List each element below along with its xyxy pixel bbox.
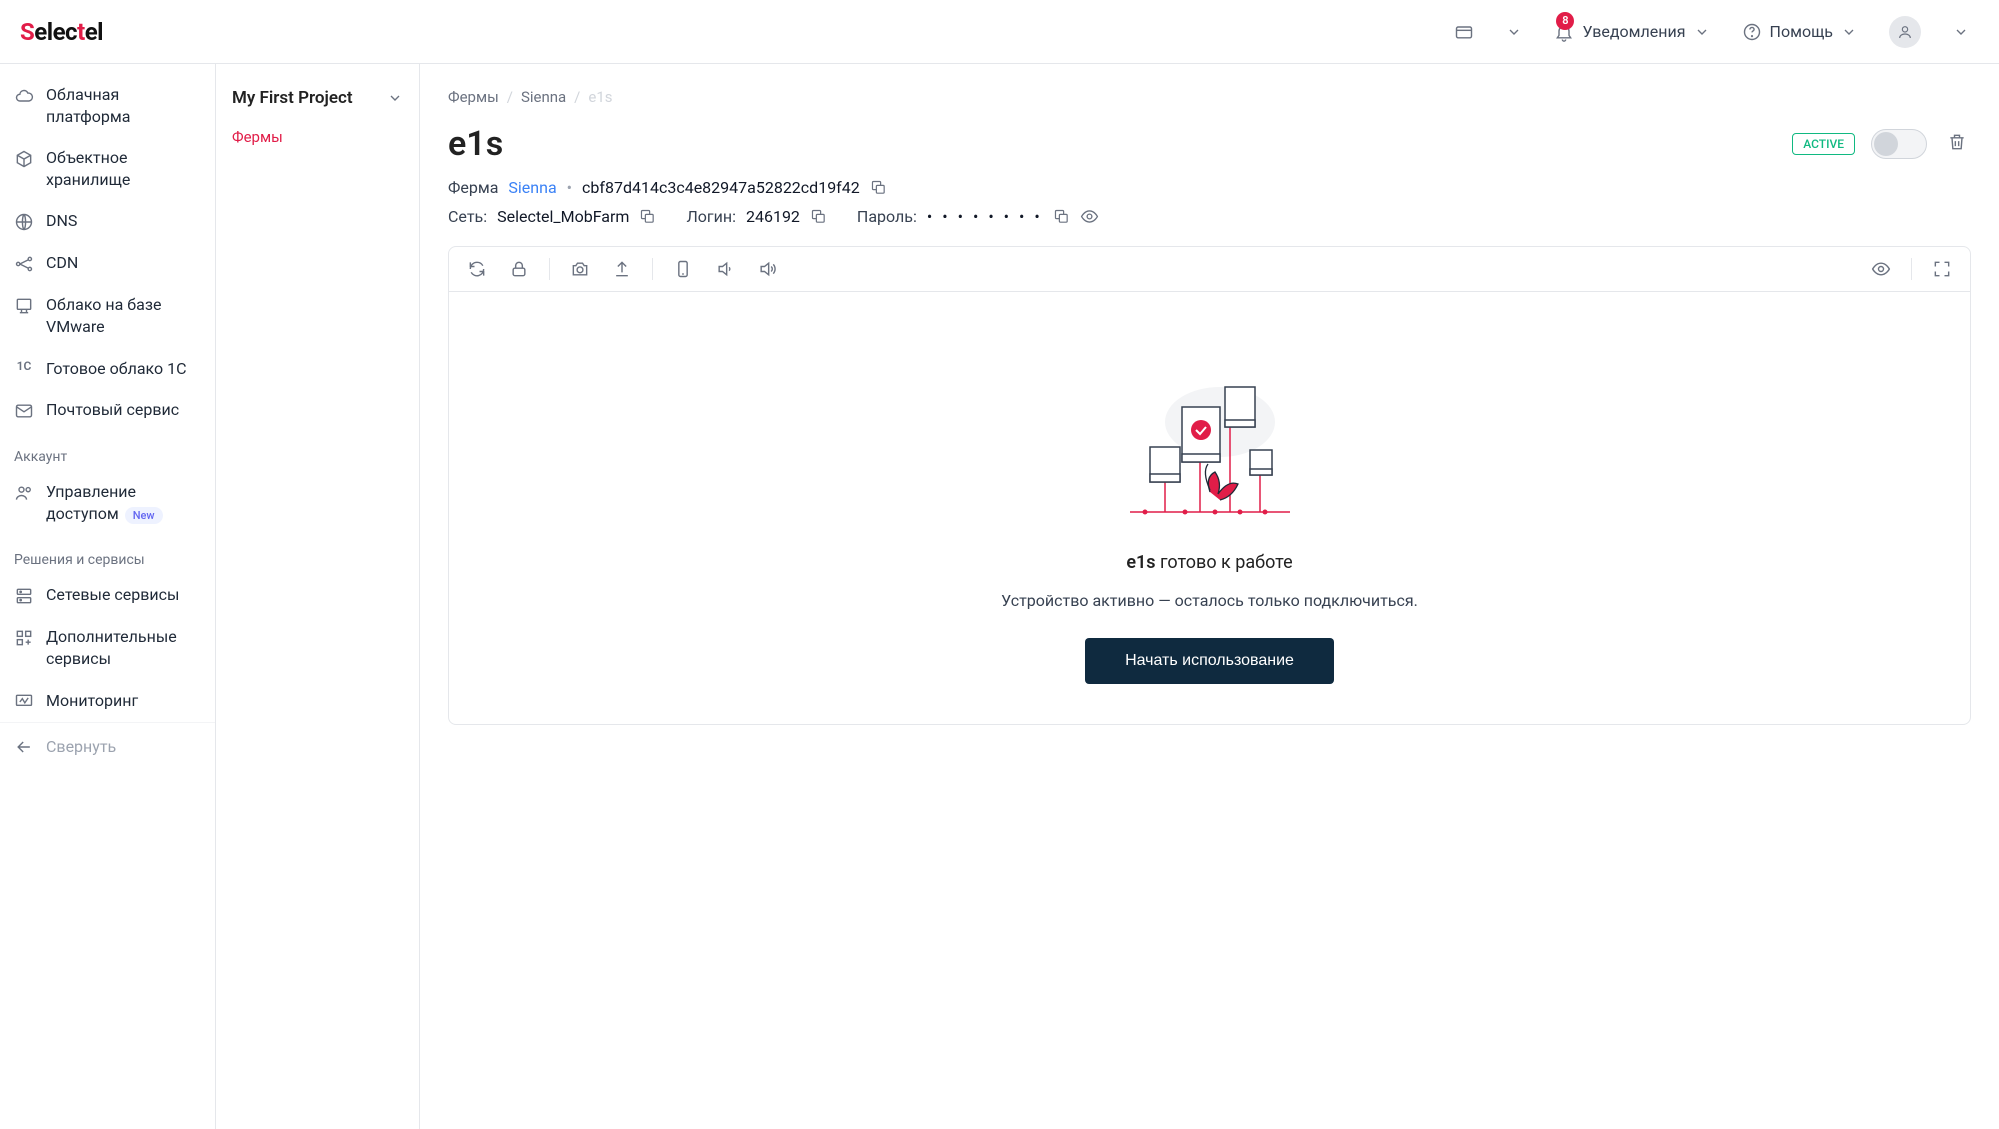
notifications-button[interactable]: 8 Уведомления [1544, 16, 1719, 48]
ready-title: e1s готово к работе [1126, 552, 1292, 573]
arrow-left-icon [14, 737, 34, 757]
nodes-icon [14, 254, 34, 274]
sub-link-farms[interactable]: Фермы [232, 128, 403, 146]
project-selector[interactable]: My First Project [232, 88, 403, 108]
volume-up-button[interactable] [755, 257, 779, 281]
lock-icon [509, 259, 529, 279]
ready-illustration [1110, 372, 1310, 522]
eye-icon [1080, 207, 1099, 226]
layers-icon [14, 296, 34, 316]
sidebar-item-1c[interactable]: 1C Готовое облако 1С [0, 348, 215, 390]
power-toggle[interactable] [1871, 129, 1927, 159]
start-button[interactable]: Начать использование [1085, 638, 1334, 684]
sidebar-section-solutions: Решения и сервисы [0, 534, 215, 574]
trash-icon [1947, 132, 1967, 152]
password-value: • • • • • • • • [927, 207, 1043, 226]
sidebar-section-account: Аккаунт [0, 431, 215, 471]
copy-icon [810, 208, 827, 225]
copy-icon [870, 179, 887, 196]
device-uuid: cbf87d414c3c4e82947a52822cd19f42 [582, 178, 860, 197]
breadcrumb-farms[interactable]: Фермы [448, 88, 499, 106]
sidebar-item-access[interactable]: Управление доступомNew [0, 471, 215, 534]
volume-low-icon [715, 259, 735, 279]
topbar: Selectel 8 Уведомления Помощь [0, 0, 1999, 64]
account-dropdown[interactable] [1943, 18, 1979, 46]
show-password-button[interactable] [1080, 207, 1099, 226]
camera-icon [570, 259, 590, 279]
sidebar-item-dns[interactable]: DNS [0, 200, 215, 242]
grid-icon [14, 628, 34, 648]
delete-button[interactable] [1943, 128, 1971, 160]
upload-button[interactable] [610, 257, 634, 281]
monitor-icon [14, 692, 34, 712]
login-value: 246192 [746, 207, 800, 226]
help-button[interactable]: Помощь [1732, 16, 1867, 48]
cloud-icon [14, 86, 34, 106]
users-icon [14, 483, 34, 503]
visibility-button[interactable] [1869, 257, 1893, 281]
eye-icon [1871, 259, 1891, 279]
billing-button[interactable] [1444, 16, 1484, 48]
notification-badge: 8 [1556, 12, 1574, 30]
new-badge: New [125, 507, 163, 524]
chevron-down-icon [1506, 24, 1522, 40]
network-value: Selectel_MobFarm [497, 207, 629, 226]
refresh-icon [467, 259, 487, 279]
expand-icon [1932, 259, 1952, 279]
chevron-down-icon [1953, 24, 1969, 40]
avatar [1889, 16, 1921, 48]
sidebar-item-object-storage[interactable]: Объектное хранилище [0, 137, 215, 200]
fullscreen-button[interactable] [1930, 257, 1954, 281]
volume-high-icon [757, 259, 777, 279]
sidebar-item-network[interactable]: Сетевые сервисы [0, 574, 215, 616]
sidebar-item-cloud-platform[interactable]: Облачная платформа [0, 74, 215, 137]
copy-login-button[interactable] [810, 208, 827, 225]
copy-icon [639, 208, 656, 225]
chevron-down-icon [387, 90, 403, 106]
sidebar-item-additional[interactable]: Дополнительные сервисы [0, 616, 215, 679]
mail-icon [14, 401, 34, 421]
sidebar-item-vmware[interactable]: Облако на базе VMware [0, 284, 215, 347]
globe-icon [14, 212, 34, 232]
page-title: e1s [448, 124, 1776, 164]
copy-password-button[interactable] [1053, 208, 1070, 225]
copy-network-button[interactable] [639, 208, 656, 225]
farm-link[interactable]: Sienna [508, 178, 556, 197]
sidebar-item-cdn[interactable]: CDN [0, 242, 215, 284]
sidebar-collapse[interactable]: Свернуть [0, 722, 215, 771]
chevron-down-icon [1694, 24, 1710, 40]
logo[interactable]: Selectel [20, 18, 103, 46]
sidebar: Облачная платформа Объектное хранилище D… [0, 64, 216, 1129]
upload-icon [612, 259, 632, 279]
phone-icon [673, 259, 693, 279]
volume-down-button[interactable] [713, 257, 737, 281]
copy-icon [1053, 208, 1070, 225]
status-badge: ACTIVE [1792, 133, 1855, 155]
cube-icon [14, 149, 34, 169]
servers-icon [14, 586, 34, 606]
chevron-down-icon [1841, 24, 1857, 40]
device-viewer: e1s готово к работе Устройство активно —… [448, 246, 1971, 725]
region-dropdown[interactable] [1496, 18, 1532, 46]
screenshot-button[interactable] [568, 257, 592, 281]
copy-uuid-button[interactable] [870, 179, 887, 196]
card-icon [1454, 22, 1474, 42]
breadcrumb-current: e1s [588, 88, 612, 106]
breadcrumb: Фермы / Sienna / e1s [448, 88, 1971, 106]
content: Фермы / Sienna / e1s e1s ACTIVE Ферма Si… [420, 64, 1999, 1129]
ready-subtitle: Устройство активно — осталось только под… [1001, 591, 1418, 610]
sub-sidebar: My First Project Фермы [216, 64, 420, 1129]
1c-icon: 1C [14, 358, 34, 374]
sidebar-item-monitoring[interactable]: Мониторинг [0, 680, 215, 722]
account-menu[interactable] [1879, 10, 1931, 54]
user-icon [1897, 24, 1913, 40]
viewer-toolbar [449, 247, 1970, 292]
rotate-button[interactable] [671, 257, 695, 281]
sidebar-item-mail[interactable]: Почтовый сервис [0, 389, 215, 431]
breadcrumb-sienna[interactable]: Sienna [521, 88, 566, 106]
lock-button[interactable] [507, 257, 531, 281]
refresh-button[interactable] [465, 257, 489, 281]
help-icon [1742, 22, 1762, 42]
